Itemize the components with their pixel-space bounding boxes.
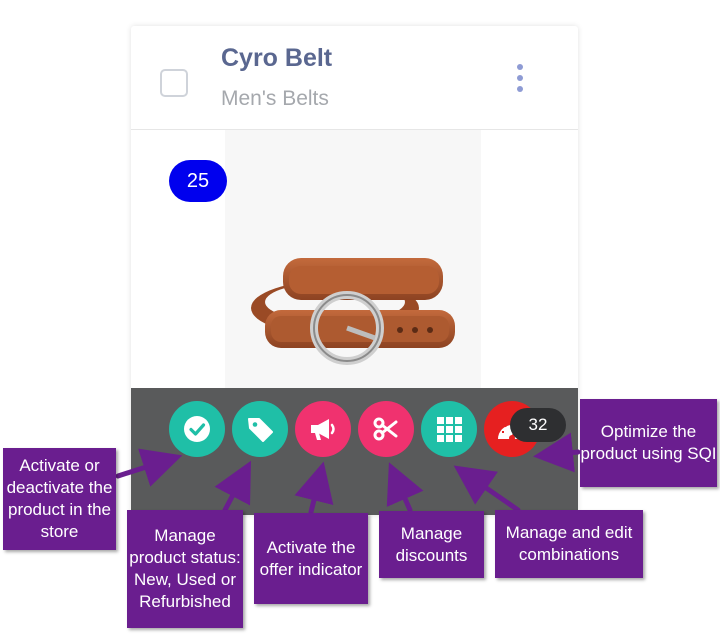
megaphone-icon bbox=[311, 419, 335, 440]
grid-icon bbox=[437, 417, 462, 442]
tag-icon bbox=[248, 418, 273, 442]
scissors-icon bbox=[373, 417, 398, 441]
card-header: Cyro Belt Men's Belts bbox=[131, 26, 578, 130]
callout-discounts: Manage discounts bbox=[379, 511, 484, 578]
callout-sqi: Optimize the product using SQI bbox=[580, 399, 717, 487]
callout-status: Manage product status: New, Used or Refu… bbox=[127, 510, 243, 628]
callout-offer: Activate the offer indicator bbox=[254, 513, 368, 604]
belt-image bbox=[251, 258, 455, 365]
status-button[interactable] bbox=[232, 401, 288, 457]
activate-button[interactable] bbox=[169, 401, 225, 457]
callout-combinations: Manage and edit combinations bbox=[495, 510, 643, 578]
select-checkbox[interactable] bbox=[160, 69, 188, 97]
sqi-count-badge: 32 bbox=[510, 408, 566, 442]
product-category: Men's Belts bbox=[221, 87, 329, 110]
discounts-button[interactable] bbox=[358, 401, 414, 457]
offer-indicator-button[interactable] bbox=[295, 401, 351, 457]
check-circle-icon bbox=[184, 416, 210, 442]
combinations-button[interactable] bbox=[421, 401, 477, 457]
quantity-badge: 25 bbox=[169, 160, 227, 202]
product-photo[interactable] bbox=[225, 130, 481, 388]
more-options-icon[interactable] bbox=[514, 64, 526, 94]
callout-activate: Activate or deactivate the product in th… bbox=[3, 448, 116, 550]
product-title[interactable]: Cyro Belt bbox=[221, 44, 332, 73]
product-image-area: 25 bbox=[131, 130, 578, 388]
